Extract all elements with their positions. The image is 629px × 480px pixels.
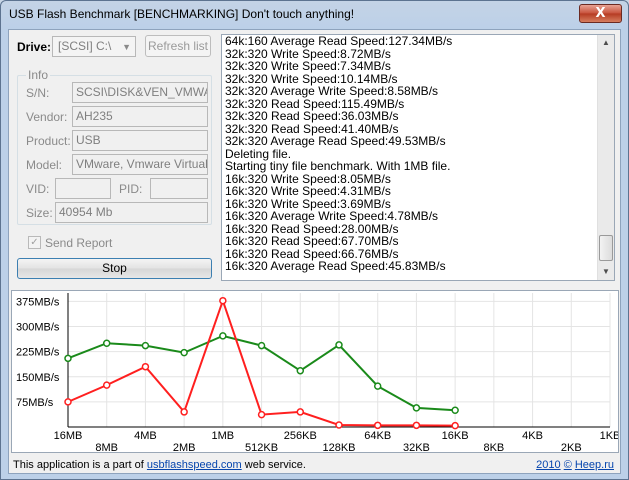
y-tick-label: 300MB/s bbox=[16, 322, 60, 334]
x-tick-label: 512KB bbox=[245, 442, 278, 452]
size-field[interactable]: 40954 Mb bbox=[55, 202, 208, 223]
product-label: Product: bbox=[26, 134, 71, 148]
heep-link[interactable]: Heep.ru bbox=[575, 459, 614, 471]
status-text-before: This application is a part of bbox=[13, 459, 144, 471]
speed-chart-svg: 375MB/s 300MB/s 225MB/s 150MB/s 75MB/s 16MB 8M… bbox=[16, 293, 620, 454]
series-point-0 bbox=[102, 339, 111, 347]
status-text-after: web service. bbox=[244, 459, 306, 471]
series-point-0 bbox=[219, 332, 227, 340]
client-area: Drive: [SCSI] C:\ ▼ Refresh list Info S/… bbox=[8, 29, 621, 474]
log-line: 16k:320 Read Speed:67.70MB/s bbox=[225, 234, 399, 248]
x-tick-label: 128KB bbox=[322, 442, 355, 452]
series-point-1 bbox=[219, 296, 227, 305]
window-title: USB Flash Benchmark [BENCHMARKING] Don't… bbox=[9, 7, 355, 21]
copyright-year[interactable]: 2010 bbox=[536, 459, 560, 471]
series-point-1 bbox=[412, 421, 421, 430]
usbflashspeed-link[interactable]: usbflashspeed.com bbox=[147, 459, 242, 471]
scroll-up-icon[interactable]: ▲ bbox=[598, 35, 614, 51]
log-line: 32k:320 Average Write Speed:8.58MB/s bbox=[225, 84, 439, 98]
vid-field[interactable] bbox=[55, 178, 111, 199]
sn-label: S/N: bbox=[26, 86, 50, 100]
refresh-list-button[interactable]: Refresh list bbox=[145, 35, 211, 57]
drive-label: Drive: bbox=[17, 40, 52, 54]
log-line: 16k:320 Average Read Speed:45.83MB/s bbox=[225, 259, 446, 273]
series-point-1 bbox=[64, 398, 72, 406]
drive-select[interactable]: [SCSI] C:\ ▼ bbox=[52, 36, 136, 57]
series-point-0 bbox=[180, 348, 188, 357]
x-tick-label: 2KB bbox=[561, 442, 582, 452]
log-line: 16k:320 Write Speed:4.31MB/s bbox=[225, 184, 391, 198]
vendor-field[interactable]: AH235 bbox=[72, 106, 208, 127]
x-tick-label: 64KB bbox=[364, 430, 391, 442]
series-point-0 bbox=[412, 404, 421, 412]
log-line: 64k:160 Average Read Speed:127.34MB/s bbox=[225, 34, 453, 48]
log-line: 32k:320 Read Speed:36.03MB/s bbox=[225, 109, 399, 123]
pid-label: PID: bbox=[119, 182, 143, 196]
vid-label: VID: bbox=[26, 182, 50, 196]
send-report-label: Send Report bbox=[45, 236, 113, 250]
send-report-checkbox[interactable]: ✓ bbox=[28, 236, 41, 249]
x-tick-label: 2MB bbox=[173, 442, 196, 452]
drive-select-value: [SCSI] C:\ bbox=[58, 39, 112, 53]
log-line: 32k:320 Write Speed:7.34MB/s bbox=[225, 59, 391, 73]
log-lines: 64k:160 Average Read Speed:127.34MB/s 32k… bbox=[225, 35, 452, 273]
size-label: Size: bbox=[26, 206, 53, 220]
x-tick-label: 4KB bbox=[522, 430, 543, 442]
x-tick-label: 4MB bbox=[134, 430, 157, 442]
series-point-1 bbox=[257, 410, 266, 419]
y-tick-label: 75MB/s bbox=[16, 397, 54, 409]
series-point-1 bbox=[451, 421, 459, 430]
chevron-down-icon: ▼ bbox=[122, 42, 131, 52]
model-label: Model: bbox=[26, 158, 63, 172]
scroll-down-icon[interactable]: ▼ bbox=[598, 264, 614, 280]
product-field[interactable]: USB bbox=[72, 130, 208, 151]
model-field[interactable]: VMware, Vmware Virtual S S bbox=[72, 154, 208, 175]
x-tick-label: 8MB bbox=[95, 442, 118, 452]
series-point-1 bbox=[141, 362, 150, 371]
series-point-0 bbox=[335, 341, 343, 349]
series-point-1 bbox=[102, 381, 111, 389]
vendor-label: Vendor: bbox=[26, 110, 68, 124]
info-group-title: Info bbox=[26, 68, 51, 82]
copyright: 2010 © Heep.ru bbox=[536, 459, 614, 471]
log-scrollbar[interactable]: ▲ ▼ bbox=[597, 35, 614, 280]
series-point-0 bbox=[64, 354, 72, 363]
x-tick-label: 16MB bbox=[54, 430, 83, 442]
stop-button[interactable]: Stop bbox=[17, 258, 212, 279]
log-line: Starting tiny file benchmark. With 1MB f… bbox=[225, 159, 451, 173]
series-point-1 bbox=[373, 421, 382, 430]
series-point-0 bbox=[141, 341, 150, 350]
x-tick-label: 8KB bbox=[483, 442, 504, 452]
x-tick-label: 1MB bbox=[212, 430, 235, 442]
log-line: 16k:320 Average Write Speed:4.78MB/s bbox=[225, 209, 439, 223]
app-window: USB Flash Benchmark [BENCHMARKING] Don't… bbox=[0, 0, 629, 480]
series-point-0 bbox=[451, 406, 459, 414]
sn-field[interactable]: SCSI\DISK&VEN_VMWARE_& bbox=[72, 82, 208, 103]
log-line: 32k:320 Average Read Speed:49.53MB/s bbox=[225, 134, 446, 148]
x-tick-label: 32KB bbox=[403, 442, 430, 452]
status-text: This application is a part of usbflashsp… bbox=[13, 459, 306, 471]
series-point-1 bbox=[180, 408, 188, 416]
y-tick-label: 225MB/s bbox=[16, 347, 60, 359]
series-point-0 bbox=[296, 366, 305, 375]
x-tick-label: 256KB bbox=[284, 430, 317, 442]
scroll-thumb[interactable] bbox=[599, 235, 613, 261]
series-point-1 bbox=[335, 421, 343, 429]
speed-chart: 375MB/s 300MB/s 225MB/s 150MB/s 75MB/s 16MB 8M… bbox=[11, 290, 620, 454]
close-button[interactable]: X bbox=[579, 4, 622, 23]
copyright-symbol[interactable]: © bbox=[564, 459, 572, 471]
series-point-0 bbox=[373, 382, 382, 390]
series-point-0 bbox=[257, 341, 266, 350]
x-tick-label: 1KB bbox=[600, 430, 618, 442]
x-tick-label: 16KB bbox=[442, 430, 469, 442]
pid-field[interactable] bbox=[150, 178, 208, 199]
title-bar[interactable]: USB Flash Benchmark [BENCHMARKING] Don't… bbox=[1, 1, 628, 29]
y-tick-label: 375MB/s bbox=[16, 296, 60, 308]
series-point-1 bbox=[296, 408, 305, 416]
y-tick-label: 150MB/s bbox=[16, 372, 60, 384]
log-textarea[interactable]: 64k:160 Average Read Speed:127.34MB/s 32k… bbox=[221, 34, 615, 281]
